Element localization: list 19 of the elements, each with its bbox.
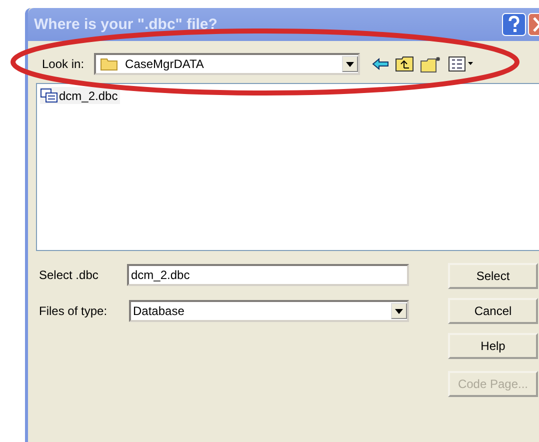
file-name-field[interactable]: dcm_2.dbc [127, 264, 409, 286]
help-icon[interactable] [502, 13, 526, 36]
dialog-button[interactable]: Select [448, 263, 538, 289]
field-label: Select .dbc [38, 268, 100, 282]
file-item[interactable]: dcm_2.dbc [40, 87, 120, 104]
look-in-dropdown[interactable]: CaseMgrDATA [94, 53, 360, 75]
file-type-dropdown[interactable]: Database [129, 300, 409, 322]
back-arrow-icon[interactable] [372, 58, 390, 70]
file-list[interactable]: dcm_2.dbc [36, 83, 539, 251]
folder-icon [100, 57, 118, 71]
dialog-button[interactable]: Help [448, 333, 538, 359]
up-folder-icon[interactable] [395, 56, 414, 72]
new-folder-icon[interactable] [420, 56, 442, 72]
window-title: Where is your ".dbc" file? [34, 16, 218, 33]
dialog-button[interactable]: Cancel [448, 298, 538, 324]
field-label: Files of type: [38, 304, 108, 318]
view-menu-icon[interactable] [448, 56, 474, 72]
look-in-label: Look in: [42, 57, 84, 71]
database-file-icon [40, 88, 58, 103]
